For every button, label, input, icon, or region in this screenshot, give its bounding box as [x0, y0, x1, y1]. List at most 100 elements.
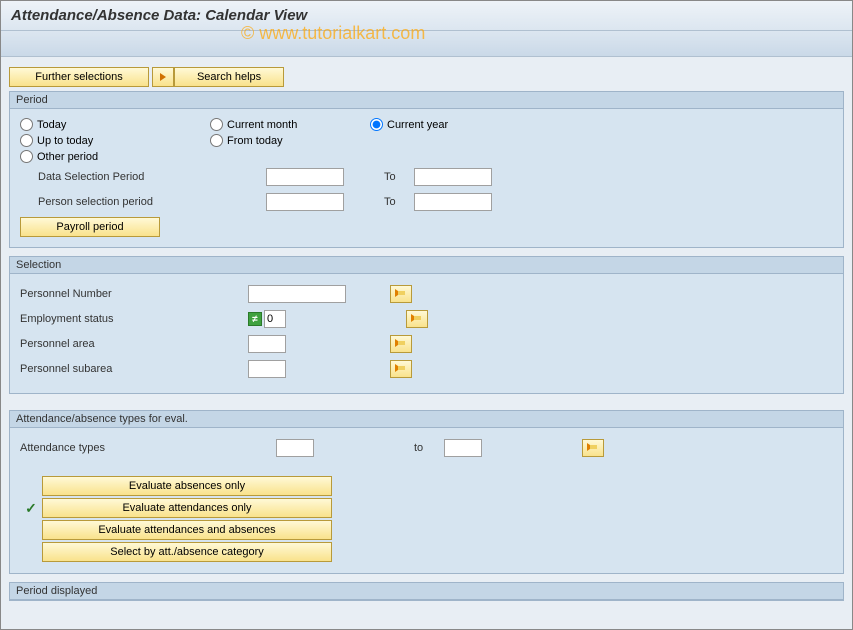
button-label: Payroll period	[56, 221, 123, 233]
search-helps-button[interactable]: Search helps	[174, 67, 284, 87]
radio-row: Today Current month Current year	[20, 118, 833, 131]
radio-current-year[interactable]: Current year	[370, 118, 530, 131]
group-title: Period	[10, 92, 843, 109]
button-label: Evaluate absences only	[129, 480, 245, 492]
eval-row: Select by att./absence category	[20, 541, 833, 563]
radio-label: From today	[227, 135, 283, 147]
field-label: Attendance types	[20, 442, 276, 454]
multiple-selection-icon	[395, 339, 407, 349]
radio-label: Up to today	[37, 135, 93, 147]
field-label: Person selection period	[20, 196, 266, 208]
select-by-category-button[interactable]: Select by att./absence category	[42, 542, 332, 562]
personnel-number-row: Personnel Number	[20, 283, 833, 305]
radio-input[interactable]	[370, 118, 383, 131]
radio-input[interactable]	[20, 150, 33, 163]
radio-label: Current year	[387, 119, 448, 131]
eval-row: Evaluate attendances and absences	[20, 519, 833, 541]
field-label: Personnel Number	[20, 288, 248, 300]
personnel-area-row: Personnel area	[20, 333, 833, 355]
period-group: Period Today Current month	[9, 91, 844, 248]
multiple-selection-icon	[395, 289, 407, 299]
radio-input[interactable]	[20, 134, 33, 147]
radio-current-month[interactable]: Current month	[210, 118, 370, 131]
person-selection-to-input[interactable]	[414, 193, 492, 211]
radio-today[interactable]: Today	[20, 118, 210, 131]
sub-toolbar-area: © www.tutorialkart.com	[1, 31, 852, 57]
group-body: Today Current month Current year	[10, 109, 843, 247]
personnel-subarea-row: Personnel subarea	[20, 358, 833, 380]
radio-input[interactable]	[20, 118, 33, 131]
period-displayed-group: Period displayed	[9, 582, 844, 601]
field-label: Personnel area	[20, 338, 248, 350]
page-title: Attendance/Absence Data: Calendar View	[11, 7, 842, 24]
eval-buttons: Evaluate absences only ✓ Evaluate attend…	[20, 475, 833, 563]
radio-label: Other period	[37, 151, 98, 163]
selection-group: Selection Personnel Number Employment st…	[9, 256, 844, 394]
data-selection-from-input[interactable]	[266, 168, 344, 186]
radio-label: Current month	[227, 119, 297, 131]
title-bar: Attendance/Absence Data: Calendar View	[1, 1, 852, 31]
evaluate-absences-only-button[interactable]: Evaluate absences only	[42, 476, 332, 496]
employment-status-input[interactable]	[264, 310, 286, 328]
employment-status-row: Employment status ≠	[20, 308, 833, 330]
to-label: To	[384, 196, 414, 208]
multiple-selection-button[interactable]	[390, 285, 412, 303]
radio-other-period[interactable]: Other period	[20, 150, 210, 163]
to-label: To	[384, 171, 414, 183]
radio-label: Today	[37, 119, 66, 131]
to-label: to	[414, 442, 444, 454]
personnel-subarea-input[interactable]	[248, 360, 286, 378]
payroll-period-row: Payroll period	[20, 217, 833, 237]
checkmark-icon: ✓	[25, 500, 37, 517]
button-label: Evaluate attendances only	[122, 502, 251, 514]
arrow-right-icon	[160, 73, 166, 81]
check-cell: ✓	[20, 500, 42, 517]
attendance-types-to-input[interactable]	[444, 439, 482, 457]
person-selection-period-row: Person selection period To	[20, 191, 833, 213]
button-label: Further selections	[35, 71, 122, 83]
button-label: Evaluate attendances and absences	[98, 524, 275, 536]
not-equal-icon: ≠	[248, 312, 262, 326]
button-label: Select by att./absence category	[110, 546, 263, 558]
search-helps-arrow-button[interactable]	[152, 67, 174, 87]
radio-row: Up to today From today	[20, 134, 833, 147]
person-selection-from-input[interactable]	[266, 193, 344, 211]
action-toolbar: Further selections Search helps	[9, 67, 844, 87]
radio-from-today[interactable]: From today	[210, 134, 370, 147]
multiple-selection-button[interactable]	[406, 310, 428, 328]
group-title: Period displayed	[10, 583, 843, 600]
group-body: Personnel Number Employment status ≠ Per…	[10, 274, 843, 393]
watermark-text: © www.tutorialkart.com	[241, 23, 425, 44]
further-selections-button[interactable]: Further selections	[9, 67, 149, 87]
group-title: Selection	[10, 257, 843, 274]
multiple-selection-icon	[395, 364, 407, 374]
eval-row: Evaluate absences only	[20, 475, 833, 497]
group-title: Attendance/absence types for eval.	[10, 411, 843, 428]
multiple-selection-button[interactable]	[582, 439, 604, 457]
eval-row: ✓ Evaluate attendances only	[20, 497, 833, 519]
radio-input[interactable]	[210, 118, 223, 131]
field-label: Data Selection Period	[20, 171, 266, 183]
group-body: Attendance types to Evaluate absences on…	[10, 428, 843, 573]
content-area: Further selections Search helps Period T…	[1, 57, 852, 611]
eval-types-group: Attendance/absence types for eval. Atten…	[9, 410, 844, 574]
multiple-selection-icon	[411, 314, 423, 324]
personnel-area-input[interactable]	[248, 335, 286, 353]
field-label: Personnel subarea	[20, 363, 248, 375]
payroll-period-button[interactable]: Payroll period	[20, 217, 160, 237]
radio-input[interactable]	[210, 134, 223, 147]
multiple-selection-button[interactable]	[390, 360, 412, 378]
data-selection-to-input[interactable]	[414, 168, 492, 186]
radio-row: Other period	[20, 150, 833, 163]
evaluate-attendances-only-button[interactable]: Evaluate attendances only	[42, 498, 332, 518]
data-selection-period-row: Data Selection Period To	[20, 166, 833, 188]
multiple-selection-button[interactable]	[390, 335, 412, 353]
radio-up-to-today[interactable]: Up to today	[20, 134, 210, 147]
button-label: Search helps	[197, 71, 261, 83]
attendance-types-row: Attendance types to	[20, 437, 833, 459]
evaluate-both-button[interactable]: Evaluate attendances and absences	[42, 520, 332, 540]
personnel-number-input[interactable]	[248, 285, 346, 303]
attendance-types-from-input[interactable]	[276, 439, 314, 457]
field-label: Employment status	[20, 313, 248, 325]
multiple-selection-icon	[587, 443, 599, 453]
